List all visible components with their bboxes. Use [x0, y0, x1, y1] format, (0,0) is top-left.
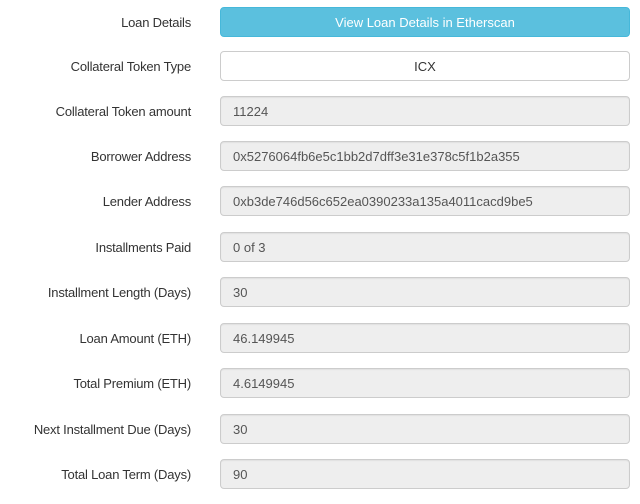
total-premium-row: Total Premium (ETH) 4.6149945 — [0, 368, 640, 398]
collateral-token-amount-label: Collateral Token amount — [55, 103, 192, 119]
next-installment-due-label: Next Installment Due (Days) — [33, 421, 191, 437]
borrower-address-label: Borrower Address — [90, 148, 191, 164]
next-installment-due-field[interactable]: 30 — [220, 414, 630, 444]
view-etherscan-button[interactable]: View Loan Details in Etherscan — [220, 7, 630, 37]
collateral-token-amount-row: Collateral Token amount 11224 — [0, 96, 640, 126]
collateral-token-type-row: Collateral Token Type ICX — [0, 51, 640, 81]
loan-details-label: Loan Details — [121, 14, 191, 30]
lender-address-label: Lender Address — [102, 193, 191, 209]
installments-paid-row: Installments Paid 0 of 3 — [0, 232, 640, 262]
lender-address-row: Lender Address 0xb3de746d56c652ea0390233… — [0, 186, 640, 216]
loan-details-form: Loan Details View Loan Details in Ethers… — [0, 0, 640, 504]
loan-amount-field[interactable]: 46.149945 — [220, 323, 630, 353]
installments-paid-field[interactable]: 0 of 3 — [220, 232, 630, 262]
borrower-address-row: Borrower Address 0x5276064fb6e5c1bb2d7df… — [0, 141, 640, 171]
installment-length-row: Installment Length (Days) 30 — [0, 277, 640, 307]
total-premium-label: Total Premium (ETH) — [73, 375, 191, 391]
total-loan-term-field[interactable]: 90 — [220, 459, 630, 489]
loan-amount-label: Loan Amount (ETH) — [79, 330, 192, 346]
collateral-token-type-field[interactable]: ICX — [220, 51, 630, 81]
borrower-address-field[interactable]: 0x5276064fb6e5c1bb2d7dff3e31e378c5f1b2a3… — [220, 141, 630, 171]
installment-length-field[interactable]: 30 — [220, 277, 630, 307]
installments-paid-label: Installments Paid — [95, 239, 191, 255]
lender-address-field[interactable]: 0xb3de746d56c652ea0390233a135a4011cacd9b… — [220, 186, 630, 216]
total-loan-term-label: Total Loan Term (Days) — [61, 466, 191, 482]
loan-amount-row: Loan Amount (ETH) 46.149945 — [0, 323, 640, 353]
collateral-token-amount-field[interactable]: 11224 — [220, 96, 630, 126]
total-premium-field[interactable]: 4.6149945 — [220, 368, 630, 398]
loan-details-row: Loan Details View Loan Details in Ethers… — [0, 7, 640, 37]
next-installment-due-row: Next Installment Due (Days) 30 — [0, 414, 640, 444]
total-loan-term-row: Total Loan Term (Days) 90 — [0, 459, 640, 489]
installment-length-label: Installment Length (Days) — [47, 284, 191, 300]
collateral-token-type-label: Collateral Token Type — [70, 58, 192, 74]
